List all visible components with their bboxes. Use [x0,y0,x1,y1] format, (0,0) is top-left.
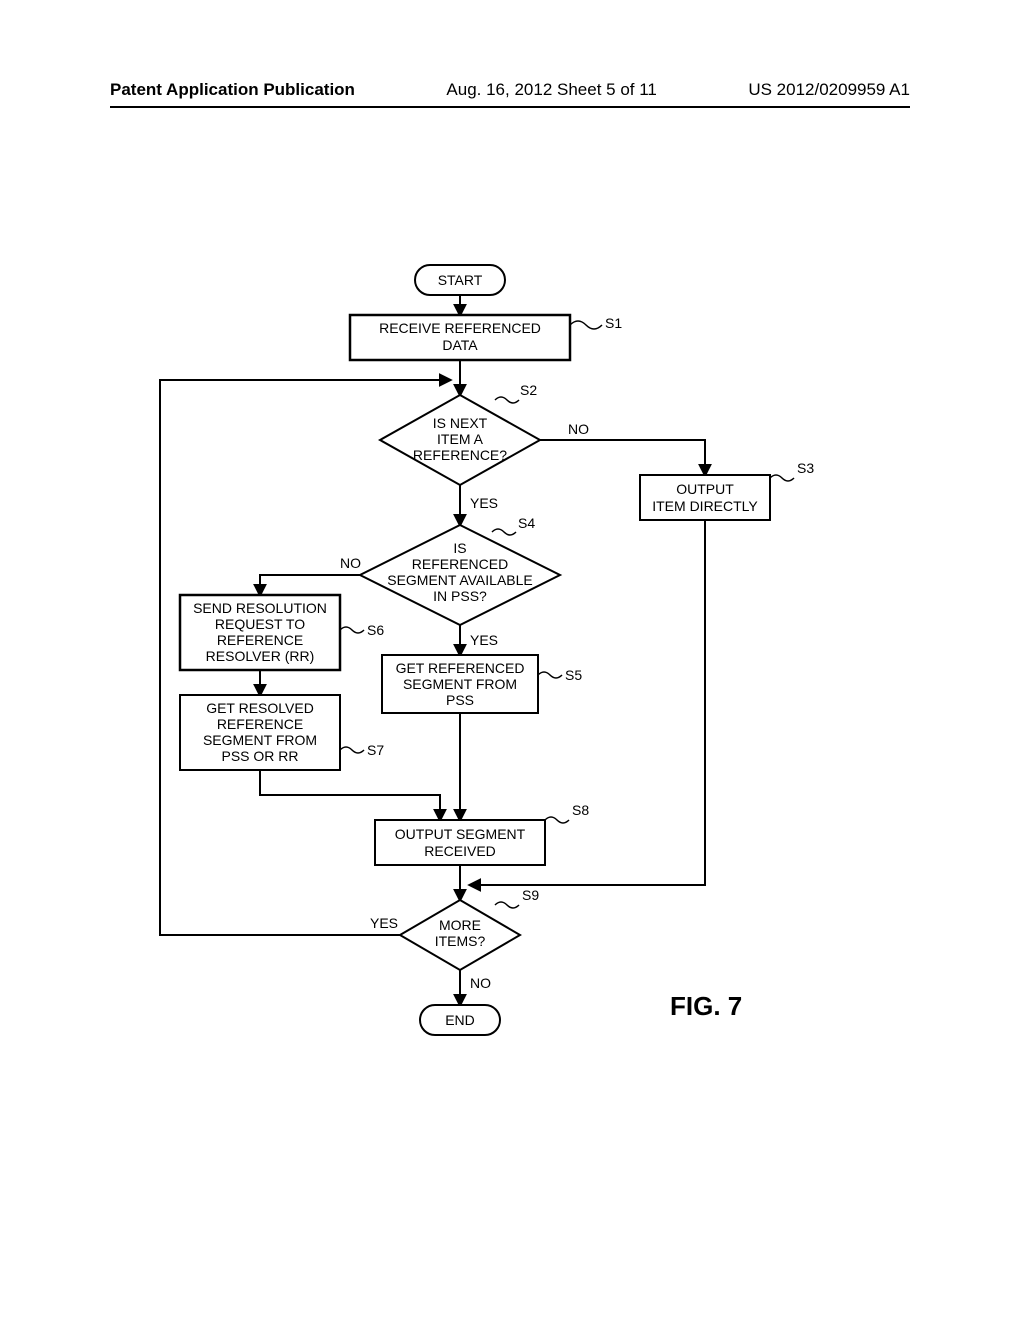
s7-line4: PSS OR RR [221,748,298,764]
s4-leader [492,529,516,535]
s9-line1: MORE [439,917,481,933]
s7-tag: S7 [367,742,384,758]
s8-tag: S8 [572,802,589,818]
s6-line4: RESOLVER (RR) [206,648,315,664]
s7-line1: GET RESOLVED [206,700,314,716]
header-mid: Aug. 16, 2012 Sheet 5 of 11 [446,80,656,100]
header-right: US 2012/0209959 A1 [748,80,910,100]
s2-no-label: NO [568,421,589,437]
s5-line1: GET REFERENCED [396,660,525,676]
s9-line2: ITEMS? [435,933,486,949]
s9-yes-label: YES [370,915,398,931]
figure-label: FIG. 7 [670,991,742,1021]
s9-no-label: NO [470,975,491,991]
s9-tag: S9 [522,887,539,903]
s1-line2: DATA [442,337,478,353]
s5-line3: PSS [446,692,474,708]
s2-line3: REFERENCE? [413,447,507,463]
start-label: START [438,272,483,288]
s5-leader [538,672,562,678]
s3-line2: ITEM DIRECTLY [652,498,758,514]
s4-line3: SEGMENT AVAILABLE [387,572,533,588]
s1-leader [570,321,602,329]
s2-yes-label: YES [470,495,498,511]
s5-tag: S5 [565,667,582,683]
s8-line2: RECEIVED [424,843,496,859]
s9-leader [495,902,519,908]
s6-leader [340,627,364,633]
s8-line1: OUTPUT SEGMENT [395,826,526,842]
edge-s2-no [540,440,705,475]
s4-line2: REFERENCED [412,556,508,572]
s4-yes-label: YES [470,632,498,648]
s7-leader [340,747,364,753]
s3-line1: OUTPUT [676,481,734,497]
s3-tag: S3 [797,460,814,476]
s4-tag: S4 [518,515,535,531]
edge-s7-s8 [260,770,440,820]
s2-tag: S2 [520,382,537,398]
s6-tag: S6 [367,622,384,638]
s6-line2: REQUEST TO [215,616,305,632]
page-header: Patent Application Publication Aug. 16, … [110,80,910,108]
s4-no-label: NO [340,555,361,571]
s2-leader [495,397,519,403]
s5-line2: SEGMENT FROM [403,676,517,692]
s4-line4: IN PSS? [433,588,487,604]
s7-line3: SEGMENT FROM [203,732,317,748]
s3-leader [770,475,794,481]
s8-leader [545,817,569,823]
flowchart: START RECEIVE REFERENCED DATA S1 IS NEXT… [150,260,870,1140]
header-left: Patent Application Publication [110,80,355,100]
edge-s4-no [260,575,360,595]
end-label: END [445,1012,475,1028]
s7-line2: REFERENCE [217,716,303,732]
s6-line1: SEND RESOLUTION [193,600,327,616]
s4-line1: IS [453,540,466,556]
s1-tag: S1 [605,315,622,331]
s2-line1: IS NEXT [433,415,488,431]
s2-line2: ITEM A [437,431,484,447]
s1-line1: RECEIVE REFERENCED [379,320,541,336]
s6-line3: REFERENCE [217,632,303,648]
